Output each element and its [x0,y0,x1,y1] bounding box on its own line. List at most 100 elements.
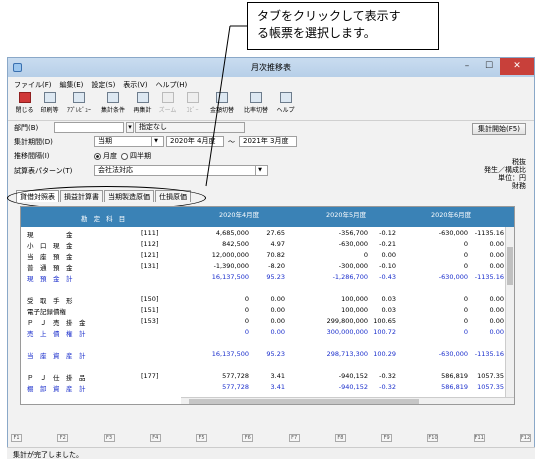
fkey-f7[interactable]: F7 [288,434,300,442]
chevron-down-icon: ▼ [151,137,160,146]
interval-monthly-label: 月度 [103,152,117,160]
table-row[interactable] [21,284,514,294]
table-row[interactable]: 現 預 金 計 16,137,500 95.23 -1,286,700 -0.43 -63… [21,273,514,283]
cell-r2: 100.65 [373,317,396,325]
cell-v1: 16,137,500 [211,273,249,281]
close-icon [18,92,31,103]
minimize-button[interactable]: – [456,58,478,75]
menu-file[interactable]: ファイル(F) [14,80,52,89]
dept-code-input[interactable] [54,122,124,133]
fkey-f6[interactable]: F6 [242,434,254,442]
cell-r1: 0.00 [270,328,285,336]
pattern-select[interactable]: 会社法対応 ▼ [94,165,268,176]
app-icon [13,63,22,72]
toolbar-copy-button[interactable]: ｺﾋﾟｰ [180,91,205,119]
period-from-input[interactable]: 2020年 4月度 [166,136,224,147]
toolbar: 閉じる 印刷等 ｱﾌﾟﾚﾋﾞｭｰ 集計条件 再集計 ズーム ｺﾋﾟｰ 金額切替 … [8,90,534,121]
cell-r1: 3.41 [270,383,285,391]
cell-r1: 0.00 [270,295,285,303]
table-row[interactable]: 現 金 [111] 4,685,000 27.65 -356,700 -0.12 -630,… [21,229,514,239]
horizontal-scrollbar[interactable] [181,397,514,404]
cell-r3: 0.00 [489,251,504,259]
fkey-f12[interactable]: F12 [519,434,531,442]
fkey-f9[interactable]: F9 [381,434,393,442]
table-row[interactable]: 普 通 預 金 [131] -1,390,000 -8.20 -300,000 -0.10… [21,262,514,272]
cell-v3: 586,819 [441,383,468,391]
recalc-icon [136,92,149,103]
table-row[interactable] [21,361,514,371]
start-calc-button[interactable]: 集計開始(F5) [472,123,526,135]
fkey-f2[interactable]: F2 [57,434,69,442]
toolbar-help-button[interactable]: ヘルプ [273,91,298,119]
toolbar-amount-toggle-button[interactable]: 金額切替 [205,91,239,119]
interval-quarter-label: 四半期 [130,152,151,160]
cell-v2: -356,700 [338,229,368,237]
table-row[interactable]: 売 上 債 権 計 0 0.00 300,000,000 100.72 0 0.00 [21,328,514,338]
interval-row: 推移間隔(I) 月度 四半期 [14,151,151,161]
toolbar-conditions-button[interactable]: 集計条件 [96,91,130,119]
toolbar-preview-label: ｱﾌﾟﾚﾋﾞｭｰ [66,107,91,114]
table-row[interactable]: 当 座 資 産 計 16,137,500 95.23 298,713,300 100.2… [21,350,514,360]
period-to-input[interactable]: 2021年 3月度 [239,136,297,147]
note-unit: 単位：円 [498,174,526,182]
dept-label: 部門(B) [14,123,39,132]
table-row[interactable]: 当 座 預 金 [121] 12,000,000 70.82 0 0.00 0 0.00 [21,251,514,261]
cell-r3: -1135.16 [474,229,504,237]
interval-label: 推移間隔(I) [14,152,50,160]
fkey-f10[interactable]: F10 [427,434,439,442]
menu-help[interactable]: ヘルプ(H) [156,80,188,89]
cell-r1: 95.23 [266,350,285,358]
report-notes: 税抜 発生／構成比 単位：円 財務 [440,158,526,190]
period-select-value: 当期 [98,137,112,145]
cell-code: [153] [141,317,159,325]
table-row[interactable]: Ｐ Ｊ 売 掛 金 [153] 0 0.00 299,800,000 100.65 0 0.0… [21,317,514,327]
period-select[interactable]: 当期 ▼ [94,136,164,147]
cell-r1: 70.82 [266,251,285,259]
fkey-f11[interactable]: F11 [473,434,485,442]
cell-r2: 0.03 [381,295,396,303]
note-tax: 税抜 [512,158,526,166]
table-row[interactable]: 受 取 手 形 [150] 0 0.00 100,000 0.03 0 0.00 [21,295,514,305]
dept-dropdown-button[interactable]: ▾ [126,122,134,133]
cell-r1: 4.97 [270,240,285,248]
maximize-button[interactable]: ☐ [478,58,500,75]
cell-name: 売 上 債 権 計 [27,330,86,338]
fkey-f8[interactable]: F8 [334,434,346,442]
cell-v1: -1,390,000 [213,262,249,270]
dept-name-field: 指定なし [135,122,245,133]
close-window-button[interactable]: ✕ [500,58,534,75]
cell-name: 電子記録債権 [27,308,66,316]
period-row: 集計期間(D) 当期 ▼ 2020年 4月度 ～ 2021年 3月度 [14,136,297,147]
vertical-scrollbar[interactable] [505,227,514,397]
period-label: 集計期間(D) [14,137,53,146]
table-row[interactable]: 棚 卸 資 産 計 577,728 3.41 -940,152 -0.32 586,819… [21,383,514,393]
toolbar-recalc-button[interactable]: 再集計 [130,91,155,119]
fkey-f1[interactable]: F1 [11,434,22,442]
table-row[interactable] [21,339,514,349]
table-row[interactable]: 電子記録債権 [151] 0 0.00 100,000 0.03 0 0.00 [21,306,514,316]
table-row[interactable]: Ｐ Ｊ 仕 掛 品 [177] 577,728 3.41 -940,152 -0.32 58… [21,372,514,382]
toolbar-close-button[interactable]: 閉じる [12,91,37,119]
vertical-scroll-thumb[interactable] [507,247,513,285]
interval-monthly-radio[interactable] [94,152,101,160]
toolbar-print-button[interactable]: 印刷等 [37,91,62,119]
toolbar-preview-button[interactable]: ｱﾌﾟﾚﾋﾞｭｰ [62,91,96,119]
fkey-f5[interactable]: F5 [196,434,208,442]
fkey-f4[interactable]: F4 [149,434,161,442]
menu-settings[interactable]: 設定(S) [91,80,115,89]
menu-edit[interactable]: 編集(E) [60,80,84,89]
toolbar-zoom-button[interactable]: ズーム [155,91,180,119]
fkey-f3[interactable]: F3 [103,434,115,442]
printer-icon [43,92,56,103]
interval-quarter-radio[interactable] [121,152,128,160]
horizontal-scroll-thumb[interactable] [189,399,419,404]
toolbar-ratio-toggle-button[interactable]: 比率切替 [239,91,273,119]
menu-view[interactable]: 表示(V) [123,80,147,89]
table-row[interactable]: 小 口 現 金 [112] 842,500 4.97 -630,000 -0.21 0 0.0… [21,240,514,250]
cell-code: [151] [141,306,159,314]
copy-icon [186,92,199,103]
cell-v3: 0 [463,240,468,248]
cell-v1: 577,728 [222,372,249,380]
preview-icon [73,92,85,103]
cell-r2: -0.32 [379,372,396,380]
